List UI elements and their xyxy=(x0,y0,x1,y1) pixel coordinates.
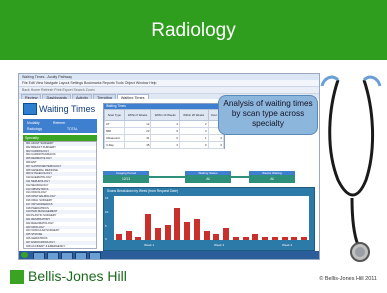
table-cell: 2 xyxy=(178,120,209,128)
chart-bar xyxy=(125,231,132,240)
x-label: Week 1 xyxy=(144,243,155,247)
toolbar[interactable]: Back Home Refresh Print Export Search Zo… xyxy=(19,87,319,94)
chart-bar xyxy=(115,234,122,240)
specialty-list[interactable]: 001 ADULT SURGERY 002 BREAST SURGERY 003 C… xyxy=(23,141,97,249)
table-cell: Ultrasound xyxy=(104,134,125,142)
x-label: Week 3 xyxy=(282,243,293,247)
y-tick: 15 xyxy=(105,196,109,200)
slide-header: Radiology xyxy=(0,0,387,60)
taskbar-app-icon[interactable] xyxy=(89,252,101,259)
table-cell: 23 xyxy=(123,127,152,135)
x-label: Week 2 xyxy=(214,243,225,247)
chart-bar xyxy=(213,234,220,240)
chart-bar xyxy=(145,213,152,240)
chart-bar xyxy=(174,207,181,240)
filter-flow: Imaging Period 12/13 Waiting Status All … xyxy=(103,171,313,183)
chart-bar xyxy=(232,237,239,240)
chart-bar xyxy=(271,237,278,240)
taskbar-app-icon[interactable] xyxy=(61,252,73,259)
table-cell: 0 xyxy=(178,141,209,149)
start-button[interactable] xyxy=(21,252,28,258)
stethoscope-icon xyxy=(320,75,382,262)
table-cell: MRI xyxy=(104,127,125,135)
selector-header: Modality Referrer Radiology TOTAL xyxy=(23,119,97,133)
table-cell: 0 xyxy=(207,141,225,149)
table-row[interactable]: X-Ray 45 3 0 0 xyxy=(104,141,225,149)
scans-chart: Scans Breakdown by Week (from Request Da… xyxy=(103,187,315,251)
flow-arrow xyxy=(231,176,249,178)
chart-bar xyxy=(164,225,171,240)
chart-bar xyxy=(281,237,288,240)
column-header[interactable]: Within 26 Weeks xyxy=(178,109,209,121)
table-cell: 4 xyxy=(150,120,180,128)
chart-bar xyxy=(223,228,230,240)
taskbar-app-icon[interactable] xyxy=(47,252,59,259)
column-header[interactable]: Scan Type xyxy=(104,109,125,121)
chart-bar xyxy=(262,237,269,240)
taskbar xyxy=(19,251,319,259)
table-row[interactable]: MRI23931 xyxy=(104,127,225,135)
logo-mark xyxy=(10,270,24,284)
left-panel: Waiting Times Modality Referrer Radiolog… xyxy=(21,99,97,251)
monitor-icon xyxy=(23,103,37,115)
slide: Radiology Waiting Times - Acuity Pathway… xyxy=(0,0,387,293)
column-header[interactable]: Within 6 Weeks xyxy=(123,109,152,121)
chart-bar xyxy=(291,237,298,240)
waiting-times-grid: Waiting Times Scan Type Within 6 Weeks Wit… xyxy=(103,103,225,149)
chart-bar xyxy=(252,234,259,240)
taskbar-app-icon[interactable] xyxy=(33,252,45,259)
slide-title: Radiology xyxy=(151,20,236,41)
radiology-value[interactable]: Radiology xyxy=(27,127,42,131)
chart-bar xyxy=(135,237,142,240)
copyright-text: © Bellis-Jones Hill 2011 xyxy=(319,276,377,282)
modality-label: Modality xyxy=(27,121,40,125)
y-tick: 5 xyxy=(105,224,107,228)
filter-value[interactable]: 12/13 xyxy=(103,175,149,183)
chart-title: Scans Breakdown by Week (from Request Da… xyxy=(107,189,179,193)
total-value[interactable]: TOTAL xyxy=(67,127,78,131)
filter-imaging-period[interactable]: Imaging Period 12/13 xyxy=(103,171,149,183)
column-header[interactable]: Within 13 Weeks xyxy=(150,109,180,121)
y-tick: 10 xyxy=(105,210,109,214)
table-cell: 31 xyxy=(123,134,152,142)
waiting-table: Scan Type Within 6 Weeks Within 13 Weeks Wi… xyxy=(104,109,225,149)
chart-bar xyxy=(203,231,210,240)
table-cell: 12 xyxy=(123,120,152,128)
chart-bar xyxy=(193,219,200,240)
chart-bar xyxy=(184,222,191,240)
list-item[interactable]: 028 ACCIDENT & EMERGENCY xyxy=(24,245,96,248)
table-cell: X-Ray xyxy=(104,141,125,149)
menu-bar[interactable]: File Edit View Navigate Layout Settings … xyxy=(19,80,319,87)
filter-value[interactable]: All xyxy=(185,175,231,183)
table-cell: 0 xyxy=(207,134,225,142)
chart-plot-area xyxy=(114,196,309,240)
chart-bar xyxy=(154,228,161,240)
table-row[interactable]: Ultrasound 31 6 1 0 xyxy=(104,134,225,142)
table-cell: 3 xyxy=(150,141,180,149)
taskbar-app-icon[interactable] xyxy=(75,252,87,259)
page-title: Waiting Times xyxy=(39,104,96,114)
table-cell: CT xyxy=(104,120,125,128)
callout-box: Analysis of waiting times by scan type a… xyxy=(218,95,318,135)
table-cell: 3 xyxy=(178,127,209,135)
chart-bar xyxy=(242,237,249,240)
table-cell: 6 xyxy=(150,134,180,142)
table-cell: 9 xyxy=(150,127,180,135)
chart-bar xyxy=(301,237,308,240)
filter-value[interactable]: All xyxy=(249,175,295,183)
table-cell: 45 xyxy=(123,141,152,149)
flow-arrow xyxy=(149,176,185,178)
filter-waiting-status[interactable]: Waiting Status All xyxy=(185,171,231,183)
table-row[interactable]: CT12420 xyxy=(104,120,225,128)
y-tick: 0 xyxy=(105,237,107,241)
company-name: Bellis-Jones Hill xyxy=(28,268,127,284)
filter-weeks-waiting[interactable]: Weeks Waiting All xyxy=(249,171,295,183)
referrer-label: Referrer xyxy=(53,121,66,125)
table-cell: 1 xyxy=(178,134,209,142)
